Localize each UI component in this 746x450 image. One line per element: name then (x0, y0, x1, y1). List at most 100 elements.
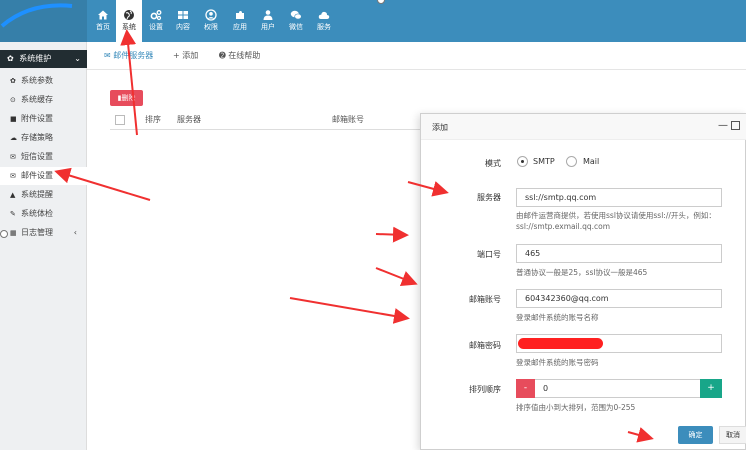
arrow-to-server-help (375, 226, 409, 243)
nav-services[interactable]: 服务 (311, 0, 337, 42)
sidebar-item-label: 附件设置 (21, 114, 53, 123)
top-navbar: 首页 系统 设置 内容 权限 应用 用户 微信 服务 (0, 0, 746, 42)
sidebar-group-label: 系统维护 (19, 54, 52, 63)
home-icon (98, 10, 108, 20)
sidebar-item-system-reminder[interactable]: ▲ 系统提醒 (0, 186, 87, 204)
mode-label: 模式 (485, 159, 501, 168)
question-icon: ➋ (219, 51, 229, 60)
clock-icon: ⊙ (10, 96, 16, 104)
nav-content[interactable]: 内容 (170, 0, 196, 42)
arrow-to-port (375, 267, 418, 287)
puzzle-icon (236, 11, 244, 19)
server-input[interactable]: ssl://smtp.qq.com (516, 188, 722, 207)
password-help: 登录邮件系统的账号密码 (516, 358, 599, 367)
sidebar-item-label: 系统参数 (21, 76, 53, 85)
chevron-left-icon: ‹ (73, 228, 77, 237)
sidebar-item-sms-settings[interactable]: ✉ 短信设置 (0, 148, 87, 166)
mode-radio-mail[interactable] (566, 156, 577, 167)
sidebar-item-label: 短信设置 (21, 152, 53, 161)
nav-label: 应用 (233, 23, 247, 31)
order-decrement-button[interactable]: - (516, 379, 535, 398)
account-help: 登录邮件系统的账号名称 (516, 313, 599, 322)
tab-help[interactable]: ➋ 在线帮助 (219, 48, 260, 64)
ok-button[interactable]: 确定 (678, 426, 713, 444)
sidebar-item-system-params[interactable]: ✿ 系统参数 (0, 72, 87, 90)
nav-apps[interactable]: 应用 (227, 0, 253, 42)
server-help: 由邮件运营商提供，若使用ssl协议请使用ssl://开头，例如：ssl://sm… (516, 211, 716, 231)
nav-label: 服务 (317, 23, 331, 31)
select-all-checkbox[interactable] (115, 115, 125, 125)
tab-label: + 添加 (173, 51, 199, 60)
user-icon (263, 10, 273, 20)
cloud-icon: ☁ (10, 134, 17, 142)
delete-button[interactable]: ▮删除 (110, 90, 143, 106)
delete-label: 删除 (121, 94, 136, 102)
calendar-icon: ▦ (10, 229, 17, 237)
redaction-mark (518, 338, 603, 349)
nav-label: 用户 (261, 23, 275, 31)
order-label: 排列顺序 (469, 385, 501, 394)
cogs-icon (150, 10, 162, 21)
wechat-icon (290, 10, 302, 20)
port-label: 端口号 (477, 250, 501, 259)
sidebar-item-log-management[interactable]: ▦ 日志管理 ‹ (0, 224, 87, 242)
bell-icon: ▲ (10, 191, 16, 199)
nav-label: 权限 (204, 23, 218, 31)
nav-permission[interactable]: 权限 (198, 0, 224, 42)
nav-home[interactable]: 首页 (90, 0, 116, 42)
sidebar-item-label: 邮件设置 (21, 171, 53, 180)
order-input[interactable]: 0 (535, 379, 700, 398)
sidebar-item-attachment-settings[interactable]: ■ 附件设置 (0, 110, 87, 128)
resize-handle-left (0, 230, 8, 238)
chevron-down-icon: ⌄ (74, 54, 81, 63)
tab-label: 在线帮助 (228, 51, 261, 60)
nav-label: 设置 (149, 23, 163, 31)
dialog-title: 添加 (432, 123, 448, 132)
port-input[interactable]: 465 (516, 244, 722, 263)
account-input[interactable]: 604342360@qq.com (516, 289, 722, 308)
mode-option-smtp[interactable]: SMTP (533, 157, 555, 166)
tab-label: 邮件服务器 (113, 51, 154, 60)
user-circle-icon (205, 9, 217, 21)
maximize-icon[interactable] (731, 121, 740, 130)
mode-radio-smtp[interactable] (517, 156, 528, 167)
grid-icon (178, 11, 188, 19)
sidebar-item-label: 存储策略 (21, 133, 53, 142)
sidebar: ✿ 系统维护 ⌄ ✿ 系统参数 ⊙ 系统缓存 ■ 附件设置 ☁ 存储策略 ✉ 短信设置 ✉… (0, 42, 87, 450)
column-header-order[interactable]: 排序 (145, 114, 161, 125)
sidebar-item-storage-policy[interactable]: ☁ 存储策略 (0, 129, 87, 147)
account-label: 邮箱账号 (469, 295, 501, 304)
tab-add[interactable]: + 添加 (173, 48, 198, 64)
nav-wechat[interactable]: 微信 (283, 0, 309, 42)
password-label: 邮箱密码 (469, 341, 501, 350)
nav-users[interactable]: 用户 (255, 0, 281, 42)
tab-mail-server[interactable]: ✉ 邮件服务器 (104, 48, 153, 64)
sidebar-item-mail-settings[interactable]: ✉ 邮件设置 (0, 167, 87, 185)
gear-icon: ✿ (7, 54, 14, 63)
nav-settings[interactable]: 设置 (143, 0, 169, 42)
sidebar-item-label: 系统缓存 (21, 95, 53, 104)
port-help: 普通协议一般是25，ssl协议一般是465 (516, 268, 648, 277)
sidebar-item-system-cache[interactable]: ⊙ 系统缓存 (0, 91, 87, 109)
mode-option-mail[interactable]: Mail (583, 157, 599, 166)
nav-label: 微信 (289, 23, 303, 31)
wrench-icon: ✎ (10, 210, 16, 218)
toolbar-tabs: ✉ 邮件服务器 + 添加 ➋ 在线帮助 (87, 42, 746, 70)
table-header: 排序 服务器 邮箱账号 (110, 110, 430, 130)
nav-label: 内容 (176, 23, 190, 31)
column-header-server[interactable]: 服务器 (177, 114, 201, 125)
cancel-button[interactable]: 取消 (719, 426, 746, 444)
nav-system[interactable]: 系统 (116, 0, 142, 42)
sidebar-item-system-check[interactable]: ✎ 系统体检 (0, 205, 87, 223)
nav-label: 系统 (122, 23, 136, 31)
logo (0, 0, 87, 42)
nav-label: 首页 (96, 23, 110, 31)
minimize-icon[interactable]: — (718, 120, 728, 131)
envelope-icon: ✉ (104, 51, 114, 60)
server-label: 服务器 (477, 193, 501, 202)
column-header-account[interactable]: 邮箱账号 (332, 114, 364, 125)
order-help: 排序值由小到大排列，范围为0-255 (516, 403, 636, 412)
order-increment-button[interactable]: + (700, 379, 722, 398)
envelope-open-icon: ✉ (10, 172, 16, 180)
sidebar-group-system-maintenance[interactable]: ✿ 系统维护 ⌄ (0, 50, 87, 68)
